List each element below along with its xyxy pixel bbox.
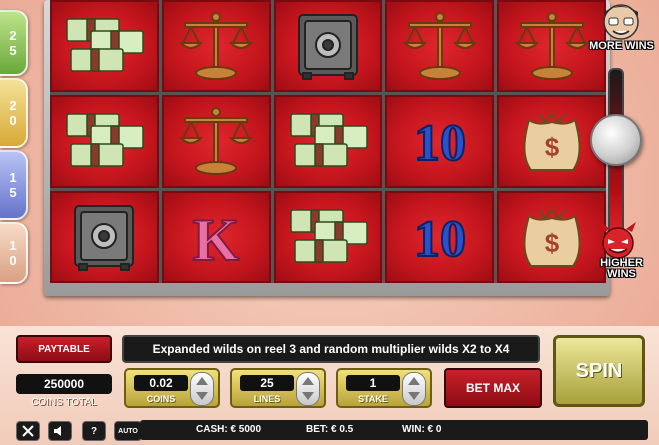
reel-cell [50,190,159,283]
payline-badge-10: 10 [0,222,28,284]
king-symbol-icon: K [192,206,241,274]
cash-display: CASH: € 5000 [196,424,262,435]
ten-symbol-icon: 10 [413,114,467,173]
stake-stepper: 1 STAKE [336,368,432,408]
safe-icon [74,204,135,271]
svg-text:K: K [193,207,240,273]
reel-cell [273,95,383,188]
reel-cell: K [161,190,271,283]
lines-label: LINES [253,394,281,404]
safe-icon [297,14,358,81]
settings-tools-icon[interactable] [16,421,40,441]
ten-symbol-icon: 10 [413,210,467,269]
coins-arrows [190,372,214,406]
svg-text:$: $ [544,132,559,162]
svg-text:10: 10 [414,115,466,172]
coins-total-label: COINS TOTAL [31,397,97,408]
bet-display: BET: € 0.5 [306,424,354,435]
lines-arrows [296,372,320,406]
reel-grid: 10 $ K 10 $ [50,0,606,283]
sound-speaker-icon[interactable] [48,421,72,441]
spin-button[interactable]: SPIN [553,335,645,407]
lines-up-arrow-icon[interactable] [302,377,314,385]
reel-cell: 10 [385,95,495,188]
payline-badge-25: 25 [0,10,28,76]
money-bag-icon: $ [523,208,581,267]
stake-value: 1 [346,375,400,391]
stake-label: STAKE [358,394,388,404]
stake-up-arrow-icon[interactable] [408,377,420,385]
scales-icon [178,12,254,81]
reel-cell [385,0,495,93]
higher-wins-label: HIGHER WINS [600,257,643,280]
side-panel: MORE WINS HIGHER WINS [584,0,659,300]
coins-stepper: 0.02 COINS [124,368,220,408]
paytable-button[interactable]: PAYTABLE [16,335,112,363]
coins-total-value: 250000 [16,374,112,394]
volatility-slider-knob[interactable] [590,114,642,166]
scales-icon [178,107,254,176]
scales-icon [402,12,478,81]
more-wins-character-icon [603,4,639,40]
reel-cell: 10 [385,190,495,283]
bet-max-button[interactable]: BET MAX [444,368,542,408]
reel-cell [50,95,159,188]
reel-cell [50,0,159,93]
reel-cell [161,0,271,93]
coins-value: 0.02 [134,375,188,391]
reel-cell [273,0,383,93]
higher-wins-devil-icon [600,222,636,259]
win-display: WIN: € 0 [402,424,442,435]
coins-label: COINS [146,394,176,404]
svg-text:10: 10 [414,211,466,268]
lines-value: 25 [240,375,294,391]
stake-arrows [402,372,426,406]
reel-cell [161,95,271,188]
lines-down-arrow-icon[interactable] [302,392,314,400]
payline-badge-15: 15 [0,150,28,220]
coins-up-arrow-icon[interactable] [196,377,208,385]
scales-icon [514,12,590,81]
money-stack-icon [66,18,145,72]
status-bar: CASH: € 5000 BET: € 0.5 WIN: € 0 [140,420,648,440]
info-message: Expanded wilds on reel 3 and random mult… [122,335,540,363]
money-stack-icon [290,209,368,263]
auto-spin-button[interactable]: AUTO [114,421,142,441]
payline-badge-20: 20 [0,78,28,148]
more-wins-label: MORE WINS [589,40,654,52]
lines-stepper: 25 LINES [230,368,326,408]
svg-text:$: $ [544,228,559,258]
money-stack-icon [290,113,368,168]
coins-down-arrow-icon[interactable] [196,392,208,400]
money-stack-icon [66,113,145,168]
stake-down-arrow-icon[interactable] [408,392,420,400]
help-button[interactable]: ? [82,421,106,441]
reel-cell [273,190,383,283]
money-bag-icon: $ [523,112,581,172]
